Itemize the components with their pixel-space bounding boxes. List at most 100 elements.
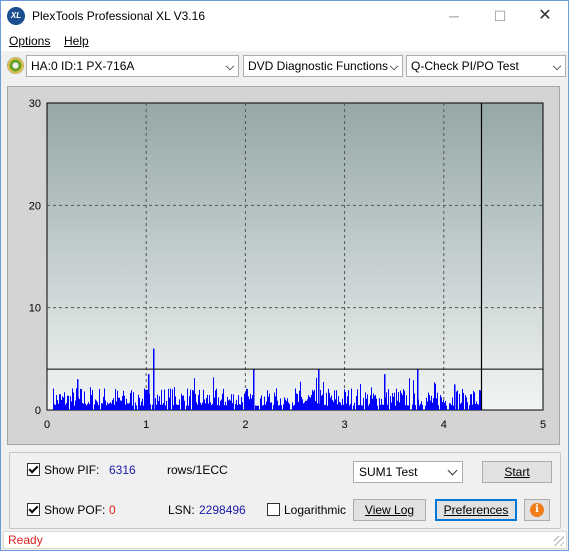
pi-bar [421, 401, 422, 410]
pi-bar [123, 390, 124, 410]
y-tick-label: 0 [35, 405, 41, 417]
pi-bar [81, 389, 82, 410]
pi-bar [330, 397, 331, 410]
pi-bar [102, 403, 103, 410]
pi-bar [465, 395, 466, 410]
pi-bar [130, 392, 131, 410]
pi-bar [374, 395, 375, 410]
close-button[interactable]: ✕ [522, 1, 568, 31]
pi-bar [203, 389, 204, 410]
pi-bar [460, 403, 461, 410]
pi-bar [295, 388, 296, 410]
view-log-button[interactable]: View Log [353, 499, 426, 521]
pi-bar [175, 396, 176, 410]
pi-bar [261, 395, 262, 410]
pi-bar [407, 405, 408, 410]
pi-bar [61, 399, 62, 410]
pi-peak-bar [148, 374, 150, 410]
pi-bar [145, 389, 146, 410]
pi-bar [71, 401, 72, 410]
pi-bar [141, 401, 142, 410]
pi-bar [283, 404, 284, 410]
pi-bar [68, 395, 69, 410]
pi-bar [226, 405, 227, 410]
menu-options[interactable]: Options [9, 34, 50, 48]
maximize-button[interactable]: ☐ [477, 1, 523, 31]
pi-bar [335, 399, 336, 410]
drive-select[interactable]: HA:0 ID:1 PX-716A [26, 55, 239, 77]
pi-bar [404, 390, 405, 410]
pi-bar [238, 395, 239, 410]
pi-bar [188, 405, 189, 410]
pi-bar [208, 403, 209, 410]
pi-bar [292, 402, 293, 410]
start-button-label: Start [504, 465, 530, 479]
pi-bar [189, 396, 190, 410]
pi-bar [444, 402, 445, 410]
pi-bar [293, 405, 294, 410]
pi-bar [197, 404, 198, 410]
test-select[interactable]: Q-Check PI/PO Test [406, 55, 566, 77]
pi-bar [80, 388, 81, 410]
function-select[interactable]: DVD Diagnostic Functions [243, 55, 403, 77]
pi-bar [391, 402, 392, 410]
pi-bar [56, 395, 57, 410]
pi-bar [225, 401, 226, 410]
pi-bar [82, 403, 83, 410]
pi-bar [467, 402, 468, 410]
pi-bar [73, 392, 74, 410]
pi-bar [433, 398, 434, 410]
show-pif-checkbox[interactable] [27, 463, 40, 476]
chevron-down-icon [225, 61, 235, 71]
pi-bar [232, 403, 233, 410]
pi-bar [321, 395, 322, 410]
pi-bar [135, 402, 136, 410]
pi-bar [453, 405, 454, 410]
pi-bar [338, 396, 339, 410]
pi-bar [432, 402, 433, 410]
logarithmic-checkbox[interactable] [267, 503, 280, 516]
pi-bar [302, 399, 303, 410]
menu-help[interactable]: Help [64, 34, 89, 48]
minimize-button[interactable]: ─ [431, 1, 477, 31]
pi-bar [358, 405, 359, 410]
pi-peak-bar [318, 369, 320, 410]
pi-bar [223, 388, 224, 410]
pi-bar [398, 392, 399, 410]
pi-bar [86, 405, 87, 410]
pi-bar [307, 399, 308, 410]
y-tick-label: 10 [29, 303, 41, 315]
pi-bar [219, 405, 220, 410]
x-tick-label: 3 [342, 419, 348, 431]
show-pof-checkbox[interactable] [27, 503, 40, 516]
show-pof-label: Show POF: [44, 503, 106, 517]
chevron-down-icon [447, 465, 458, 476]
pi-bar [249, 399, 250, 410]
pi-bar [85, 403, 86, 410]
pi-bar [262, 405, 263, 410]
pi-bar [246, 388, 247, 410]
pi-bar [275, 396, 276, 410]
pi-bar [160, 404, 161, 410]
pi-bar [152, 404, 153, 410]
pi-bar [101, 403, 102, 410]
info-button[interactable]: i [524, 499, 550, 521]
pi-bar [260, 398, 261, 410]
pi-bar [54, 404, 55, 410]
menu-help-label: Help [64, 34, 89, 48]
pi-bar [212, 403, 213, 410]
pi-bar [402, 395, 403, 410]
preferences-button[interactable]: Preferences [435, 499, 517, 521]
pi-bar [165, 405, 166, 410]
pi-bar [70, 396, 71, 410]
pi-bar [431, 395, 432, 410]
pi-bar [156, 404, 157, 410]
resize-grip-icon[interactable] [554, 536, 564, 546]
sum-test-select[interactable]: SUM1 Test [353, 461, 463, 483]
pi-bar [450, 403, 451, 410]
pi-bar [122, 396, 123, 410]
pi-bar [426, 397, 427, 410]
pi-bar [64, 392, 65, 410]
start-button[interactable]: Start [482, 461, 552, 483]
pi-bar [59, 394, 60, 410]
